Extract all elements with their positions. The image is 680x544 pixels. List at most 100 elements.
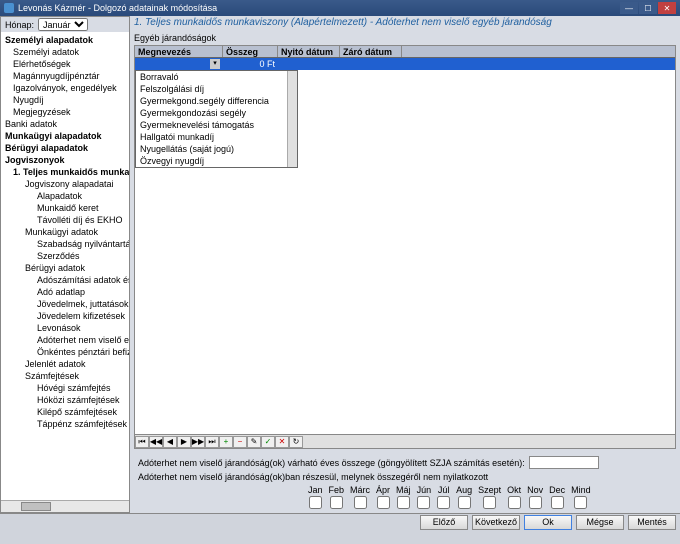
tree-node[interactable]: Jelenlét adatok (1, 358, 129, 370)
month-label: Nov (527, 485, 543, 495)
tree-node[interactable]: Magánnyugdíjpénztár (1, 70, 129, 82)
tree-node[interactable]: Bérügyi alapadatok (1, 142, 129, 154)
save-button[interactable]: Mentés (628, 515, 676, 530)
dropdown-item[interactable]: Gyermekgond.segély differencia (136, 95, 297, 107)
nav-refresh[interactable]: ↻ (289, 436, 303, 448)
month-label: Márc (350, 485, 370, 495)
tree-node[interactable]: Távolléti díj és EKHO (1, 214, 129, 226)
nav-first[interactable]: ⏮ (135, 436, 149, 448)
tree-node[interactable]: Jogviszonyok (1, 154, 129, 166)
col-megnevezes[interactable]: Megnevezés (135, 46, 223, 57)
col-zaro[interactable]: Záró dátum (340, 46, 402, 57)
dropdown-item[interactable]: Özvegyi nyugdíj (136, 155, 297, 167)
tree-node[interactable]: Kilépő számfejtések (1, 406, 129, 418)
tree-node[interactable]: Szabadság nyilvántartás (1, 238, 129, 250)
not-declared-label: Adóterhet nem viselő járandóság(ok)ban r… (138, 472, 488, 482)
maximize-button[interactable]: ☐ (639, 2, 657, 14)
col-nyito[interactable]: Nyitó dátum (278, 46, 340, 57)
month-label: Ápr (376, 485, 390, 495)
tree-node[interactable]: Táppénz számfejtések (1, 418, 129, 430)
nav-next-page[interactable]: ▶▶ (191, 436, 205, 448)
tree-node[interactable]: Banki adatok (1, 118, 129, 130)
tree-node[interactable]: Hóvégi számfejtés (1, 382, 129, 394)
dropdown-item[interactable]: Gyermeknevelési támogatás (136, 119, 297, 131)
nav-delete[interactable]: − (233, 436, 247, 448)
nav-next[interactable]: ▶ (177, 436, 191, 448)
bottom-form: Adóterhet nem viselő járandóság(ok) várh… (130, 449, 680, 513)
month-label: Aug (456, 485, 472, 495)
month-checkbox[interactable] (330, 496, 343, 509)
tree-node[interactable]: Munkaügyi alapadatok (1, 130, 129, 142)
close-button[interactable]: ✕ (658, 2, 676, 14)
tree-node[interactable]: Személyi adatok (1, 46, 129, 58)
tree-node[interactable]: Számfejtések (1, 370, 129, 382)
months-row: JanFebMárcÁprMájJúnJúlAugSzeptOktNovDecM… (308, 485, 672, 509)
tree-node[interactable]: Adóterhet nem viselő egyéb já (1, 334, 129, 346)
tree-node[interactable]: Megjegyzések (1, 106, 129, 118)
month-checkbox[interactable] (397, 496, 410, 509)
month-checkbox[interactable] (437, 496, 450, 509)
month-label: Hónap: (5, 20, 34, 30)
nav-edit[interactable]: ✎ (247, 436, 261, 448)
dropdown-item[interactable]: Nyugellátás (saját jogú) (136, 143, 297, 155)
ok-button[interactable]: Ok (524, 515, 572, 530)
dropdown-item[interactable]: Hallgatói munkadíj (136, 131, 297, 143)
tree-node[interactable]: Önkéntes pénztári befizetések (1, 346, 129, 358)
tree-node[interactable]: Nyugdíj (1, 94, 129, 106)
annual-sum-input[interactable] (529, 456, 599, 469)
prev-button[interactable]: Előző (420, 515, 468, 530)
month-checkbox[interactable] (574, 496, 587, 509)
tree-node[interactable]: Elérhetőségek (1, 58, 129, 70)
col-osszeg[interactable]: Összeg (223, 46, 278, 57)
month-checkbox[interactable] (309, 496, 322, 509)
megnevezes-dropdown: BorravalóFelszolgálási díjGyermekgond.se… (135, 70, 298, 168)
tree-node[interactable]: Munkaügyi adatok (1, 226, 129, 238)
tree-node[interactable]: Bérügyi adatok (1, 262, 129, 274)
month-checkbox[interactable] (508, 496, 521, 509)
footer: Előző Következő Ok Mégse Mentés (0, 513, 680, 531)
dropdown-item[interactable]: Felszolgálási díj (136, 83, 297, 95)
month-label: Okt (507, 485, 521, 495)
tree-node[interactable]: Hóközi számfejtések (1, 394, 129, 406)
tree-node[interactable]: Adó adatlap (1, 286, 129, 298)
month-checkbox[interactable] (417, 496, 430, 509)
minimize-button[interactable]: — (620, 2, 638, 14)
grid-selected-row[interactable]: ▾ 0 Ft (135, 58, 675, 70)
grid-navigator: ⏮ ◀◀ ◀ ▶ ▶▶ ⏭ + − ✎ ✓ ✕ ↻ (134, 435, 676, 449)
month-checkbox[interactable] (377, 496, 390, 509)
grid-header: Megnevezés Összeg Nyitó dátum Záró dátum (135, 46, 675, 58)
list-title: Egyéb járandóságok (130, 31, 680, 45)
month-checkbox[interactable] (483, 496, 496, 509)
nav-accept[interactable]: ✓ (261, 436, 275, 448)
dropdown-item[interactable]: Gyermekgondozási segély (136, 107, 297, 119)
month-checkbox[interactable] (458, 496, 471, 509)
sidebar-scrollbar[interactable] (1, 500, 129, 512)
tree-node[interactable]: 1. Teljes munkaidős munkaviszo (1, 166, 129, 178)
tree-node[interactable]: Levonások (1, 322, 129, 334)
tree-node[interactable]: Adószámítási adatok és kedve (1, 274, 129, 286)
month-checkbox[interactable] (551, 496, 564, 509)
tree-node[interactable]: Munkaidő keret (1, 202, 129, 214)
tree-node[interactable]: Alapadatok (1, 190, 129, 202)
month-checkbox[interactable] (354, 496, 367, 509)
tree-node[interactable]: Igazolványok, engedélyek (1, 82, 129, 94)
nav-prev-page[interactable]: ◀◀ (149, 436, 163, 448)
tree-node[interactable]: Jogviszony alapadatai (1, 178, 129, 190)
dropdown-scrollbar[interactable] (287, 71, 297, 167)
tree-node[interactable]: Szerződés (1, 250, 129, 262)
dropdown-item[interactable]: Borravaló (136, 71, 297, 83)
month-select[interactable]: Január (38, 18, 88, 31)
month-checkbox[interactable] (529, 496, 542, 509)
nav-last[interactable]: ⏭ (205, 436, 219, 448)
dropdown-toggle-icon[interactable]: ▾ (210, 59, 220, 69)
cancel-button[interactable]: Mégse (576, 515, 624, 530)
nav-add[interactable]: + (219, 436, 233, 448)
next-button[interactable]: Következő (472, 515, 520, 530)
content-area: 1. Teljes munkaidős munkaviszony (Alapér… (130, 16, 680, 513)
tree-node[interactable]: Személyi alapadatok (1, 34, 129, 46)
nav-cancel[interactable]: ✕ (275, 436, 289, 448)
tree-node[interactable]: Jövedelem kifizetések (1, 310, 129, 322)
window-title: Levonás Kázmér - Dolgozó adatainak módos… (18, 3, 620, 13)
nav-prev[interactable]: ◀ (163, 436, 177, 448)
tree-node[interactable]: Jövedelmek, juttatások (1, 298, 129, 310)
